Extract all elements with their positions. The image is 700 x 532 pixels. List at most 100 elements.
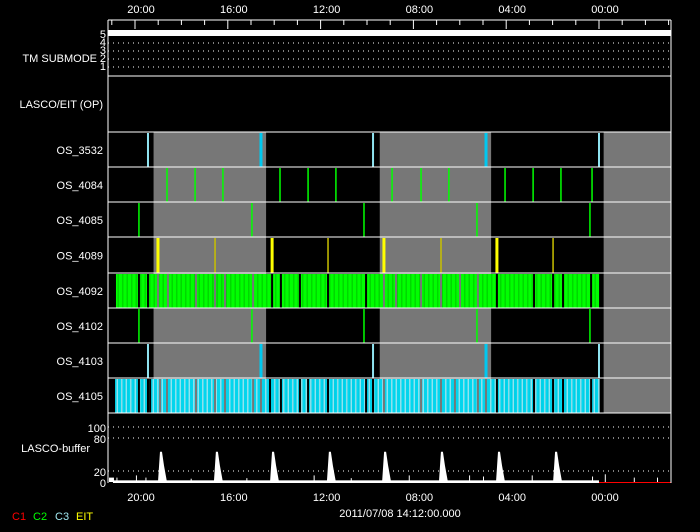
- fill-stripe: [595, 274, 598, 308]
- fill-stripe: [313, 379, 315, 413]
- fill-stripe: [232, 274, 235, 308]
- fill-stripe: [119, 379, 122, 413]
- fill-gap: [166, 274, 169, 308]
- row-mark: [214, 238, 216, 273]
- fill-stripe: [303, 274, 306, 308]
- fill-stripe: [426, 274, 429, 308]
- fill-stripe: [499, 274, 502, 308]
- fill-stripe: [301, 379, 303, 413]
- fill-stripe: [265, 274, 268, 308]
- fill-stripe: [237, 274, 240, 308]
- fill-gap: [552, 274, 555, 308]
- legend-item-c1: C1: [12, 511, 26, 523]
- fill-stripe: [349, 379, 351, 413]
- fill-stripe: [312, 274, 315, 308]
- fill-stripe: [310, 379, 312, 413]
- fill-stripe: [363, 274, 366, 308]
- row-mark: [363, 309, 365, 343]
- fill-stripe: [181, 379, 183, 413]
- fill-stripe: [134, 379, 137, 413]
- x-tick-label-top: 08:00: [406, 4, 434, 16]
- fill-stripe: [148, 274, 151, 308]
- fill-stripe: [535, 379, 537, 413]
- fill-stripe: [388, 274, 391, 308]
- fill-stripe: [493, 274, 496, 308]
- fill-stripe: [389, 379, 392, 413]
- fill-stripe: [423, 274, 426, 308]
- fill-stripe: [316, 379, 318, 413]
- fill-stripe: [217, 379, 219, 413]
- fill-stripe: [240, 274, 243, 308]
- fill-stripe: [191, 379, 194, 413]
- fill-stripe: [451, 379, 453, 413]
- legend-item-c3: C3: [55, 511, 69, 523]
- fill-stripe: [428, 379, 431, 413]
- fill-stripe: [457, 379, 459, 413]
- fill-stripe: [170, 379, 173, 413]
- fill-gap: [382, 379, 385, 413]
- fill-stripe: [217, 274, 220, 308]
- row-mark: [327, 238, 329, 273]
- fill-stripe: [409, 379, 411, 413]
- fill-stripe: [397, 379, 399, 413]
- fill-stripe: [557, 379, 560, 413]
- row-mark: [146, 344, 149, 378]
- fill-stripe: [250, 379, 252, 413]
- fill-stripe: [347, 379, 350, 413]
- fill-stripe: [548, 379, 551, 413]
- fill-gap: [214, 379, 217, 413]
- row-mark: [391, 168, 393, 202]
- fill-stripe: [339, 274, 342, 308]
- fill-gap: [476, 274, 479, 308]
- fill-stripe: [154, 274, 157, 308]
- fill-stripe: [523, 274, 526, 308]
- fill-stripe: [545, 379, 548, 413]
- fill-stripe: [175, 379, 177, 413]
- fill-stripe: [330, 274, 333, 308]
- row-mark: [484, 133, 488, 167]
- fill-stripe: [472, 379, 474, 413]
- buffer-spike: [313, 475, 315, 482]
- fill-stripe: [378, 274, 381, 308]
- fill-stripe: [235, 274, 238, 308]
- fill-stripe: [172, 274, 175, 308]
- fill-stripe: [343, 274, 346, 308]
- fill-stripe: [576, 274, 579, 308]
- fill-gap: [224, 379, 227, 413]
- fill-stripe: [434, 379, 437, 413]
- fill-gap: [271, 274, 274, 308]
- row-mark: [279, 168, 281, 202]
- fill-stripe: [414, 274, 417, 308]
- fill-stripe: [271, 379, 273, 413]
- fill-stripe: [344, 379, 347, 413]
- fill-stripe: [523, 379, 525, 413]
- fill-stripe: [525, 274, 528, 308]
- fill-stripe: [526, 379, 528, 413]
- fill-stripe: [411, 274, 414, 308]
- fill-stripe: [569, 379, 572, 413]
- fill-stripe: [546, 274, 549, 308]
- fill-stripe: [536, 379, 539, 413]
- legend-item-eit: EIT: [76, 511, 93, 523]
- fill-stripe: [416, 379, 419, 413]
- fill-stripe: [517, 379, 519, 413]
- fill-stripe: [360, 274, 363, 308]
- fill-stripe: [481, 274, 484, 308]
- row-mark: [532, 168, 534, 202]
- fill-stripe: [559, 379, 561, 413]
- fill-stripe: [220, 274, 223, 308]
- fill-gap: [552, 379, 555, 413]
- fill-gap: [195, 274, 198, 308]
- fill-stripe: [522, 274, 525, 308]
- fill-stripe: [118, 274, 121, 308]
- fill-stripe: [247, 379, 249, 413]
- fill-stripe: [242, 379, 245, 413]
- fill-stripe: [257, 379, 260, 413]
- fill-stripe: [581, 379, 584, 413]
- fill-stripe: [216, 274, 219, 308]
- fill-stripe: [580, 379, 582, 413]
- fill-stripe: [436, 274, 439, 308]
- fill-stripe: [140, 379, 143, 413]
- buffer-peak: [438, 451, 448, 482]
- fill-stripe: [143, 379, 146, 413]
